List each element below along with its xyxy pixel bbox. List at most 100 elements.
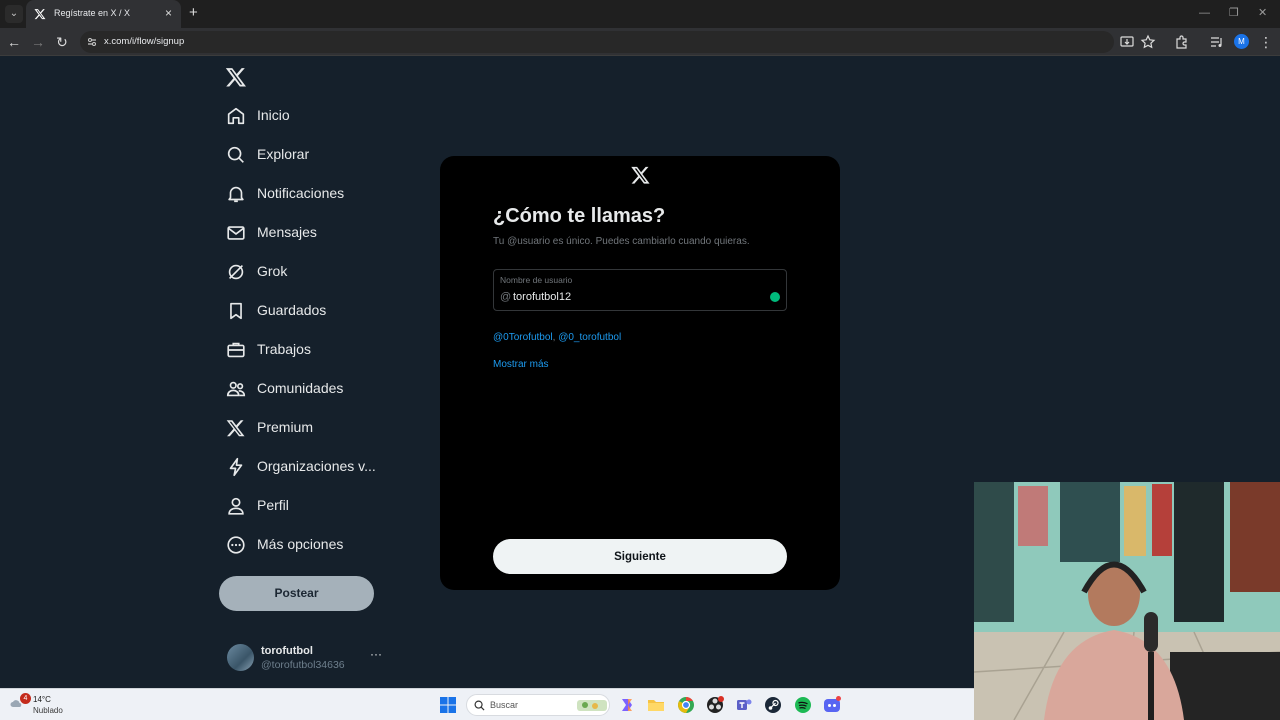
signup-modal: ¿Cómo te llamas? Tu @usuario es único. P… <box>440 156 840 590</box>
account-name: torofutbol <box>261 645 313 657</box>
next-button[interactable]: Siguiente <box>493 539 787 574</box>
profile-avatar[interactable]: M <box>1234 34 1249 49</box>
tab-search-chevron-icon[interactable]: ⌄ <box>5 5 23 23</box>
search-icon <box>474 700 485 711</box>
sidebar-item-label: Notificaciones <box>257 185 345 201</box>
chrome-icon[interactable] <box>677 696 695 714</box>
briefcase-icon <box>227 342 245 358</box>
sidebar-item-explorar[interactable]: Explorar <box>223 140 393 170</box>
envelope-icon <box>227 226 245 240</box>
post-button[interactable]: Postear <box>219 576 374 611</box>
search-icon <box>227 146 244 163</box>
account-handle: @torofutbol34636 <box>261 659 345 671</box>
tab-close-icon[interactable]: × <box>165 6 172 20</box>
x-icon <box>226 420 245 437</box>
sidebar-item-inicio[interactable]: Inicio <box>223 101 393 131</box>
sidebar-item-label: Organizaciones v... <box>257 458 376 474</box>
sidebar-item-label: Inicio <box>257 107 290 123</box>
show-more-link[interactable]: Mostrar más <box>493 359 549 370</box>
username-input[interactable] <box>513 288 763 306</box>
webcam-image <box>974 482 1280 720</box>
sidebar-item-mensajes[interactable]: Mensajes <box>223 218 393 248</box>
bookmark-star-icon[interactable] <box>1140 34 1156 50</box>
suggestion-link[interactable]: @0Torofutbol <box>493 332 553 343</box>
sidebar-item-label: Perfil <box>257 497 289 513</box>
extensions-icon[interactable] <box>1174 34 1190 50</box>
sidebar-item-grok[interactable]: Grok <box>223 257 393 287</box>
search-highlight-icon <box>577 700 607 711</box>
suggestion-separator: , <box>552 332 556 343</box>
copilot-icon[interactable] <box>618 696 636 714</box>
forward-icon[interactable]: → <box>30 34 46 50</box>
sidebar-item-label: Explorar <box>257 146 310 162</box>
sidebar-item-label: Más opciones <box>257 536 344 552</box>
username-field[interactable]: Nombre de usuario @ <box>493 269 787 311</box>
sidebar-item-label: Guardados <box>257 302 327 318</box>
account-switcher[interactable]: torofutbol @torofutbol34636 ··· <box>225 641 395 675</box>
sidebar-item-trabajos[interactable]: Trabajos <box>223 335 393 365</box>
os-taskbar: 4 14°C Nublado Buscar <box>0 688 974 720</box>
x-favicon-icon <box>34 9 46 20</box>
sidebar-item-label: Mensajes <box>257 224 317 240</box>
weather-temperature: 14°C <box>33 695 51 704</box>
people-icon <box>226 381 246 397</box>
minimize-icon[interactable]: — <box>1199 6 1210 20</box>
valid-check-icon <box>770 292 780 302</box>
webcam-overlay <box>974 482 1280 720</box>
install-app-icon[interactable] <box>1119 34 1135 50</box>
sidebar-item-perfil[interactable]: Perfil <box>223 491 393 521</box>
browser-tab-bar: ⌄ Regístrate en X / X × + — ❐ ✕ <box>0 0 1280 28</box>
steam-icon[interactable] <box>764 696 782 714</box>
browser-tab[interactable]: Regístrate en X / X × <box>26 0 181 28</box>
new-tab-icon[interactable]: + <box>189 5 198 21</box>
close-window-icon[interactable]: ✕ <box>1258 6 1267 20</box>
sidebar-item-label: Comunidades <box>257 380 344 396</box>
bookmark-icon <box>230 302 242 320</box>
sidebar-item-label: Grok <box>257 263 288 279</box>
weather-description: Nublado <box>33 706 63 715</box>
avatar <box>227 644 254 671</box>
back-icon[interactable]: ← <box>6 34 22 50</box>
windows-start-icon[interactable] <box>439 696 457 714</box>
obs-icon[interactable] <box>706 696 724 714</box>
sidebar-item-notificaciones[interactable]: Notificaciones <box>223 179 393 209</box>
x-logo-icon <box>631 166 650 184</box>
username-field-label: Nombre de usuario <box>500 275 573 285</box>
file-explorer-icon[interactable] <box>647 696 665 714</box>
suggestion-link[interactable]: @0_torofutbol <box>558 332 621 343</box>
sidebar-item-label: Trabajos <box>257 341 311 357</box>
browser-toolbar: ← → ↻ x.com/i/flow/signup M ⋮ <box>0 28 1280 56</box>
username-suggestions: @0Torofutbol, @0_torofutbol <box>493 332 621 343</box>
sidebar-item-mas-opciones[interactable]: Más opciones <box>223 530 393 560</box>
taskbar-search[interactable]: Buscar <box>466 694 610 716</box>
lightning-icon <box>229 457 243 477</box>
address-bar[interactable]: x.com/i/flow/signup <box>80 31 1114 53</box>
sidebar-item-organizaciones[interactable]: Organizaciones v... <box>223 452 393 482</box>
more-circle-icon <box>227 536 245 554</box>
sidebar-item-premium[interactable]: Premium <box>223 413 393 443</box>
spotify-icon[interactable] <box>794 696 812 714</box>
person-icon <box>228 497 244 515</box>
sidebar-item-guardados[interactable]: Guardados <box>223 296 393 326</box>
sidebar: Inicio Explorar Notificaciones Mensajes … <box>215 56 395 688</box>
more-icon[interactable]: ··· <box>370 647 382 661</box>
taskbar-search-placeholder: Buscar <box>490 700 519 710</box>
teams-icon[interactable] <box>735 696 753 714</box>
reload-icon[interactable]: ↻ <box>54 34 70 50</box>
browser-menu-icon[interactable]: ⋮ <box>1258 34 1274 50</box>
username-prefix: @ <box>500 291 512 303</box>
sidebar-item-label: Premium <box>257 419 314 435</box>
discord-icon[interactable] <box>823 696 841 714</box>
page-subtitle: Tu @usuario es único. Puedes cambiarlo c… <box>493 236 750 247</box>
restore-icon[interactable]: ❐ <box>1229 6 1239 20</box>
bell-icon <box>228 186 244 203</box>
weather-badge: 4 <box>20 693 31 704</box>
site-settings-icon[interactable] <box>86 36 98 48</box>
sidebar-item-comunidades[interactable]: Comunidades <box>223 374 393 404</box>
media-controls-icon[interactable] <box>1209 34 1225 50</box>
grok-icon <box>228 264 244 280</box>
x-logo-icon[interactable] <box>225 66 247 88</box>
page-title: ¿Cómo te llamas? <box>493 205 666 227</box>
url-text: x.com/i/flow/signup <box>104 36 185 47</box>
tab-title: Regístrate en X / X <box>54 8 131 18</box>
